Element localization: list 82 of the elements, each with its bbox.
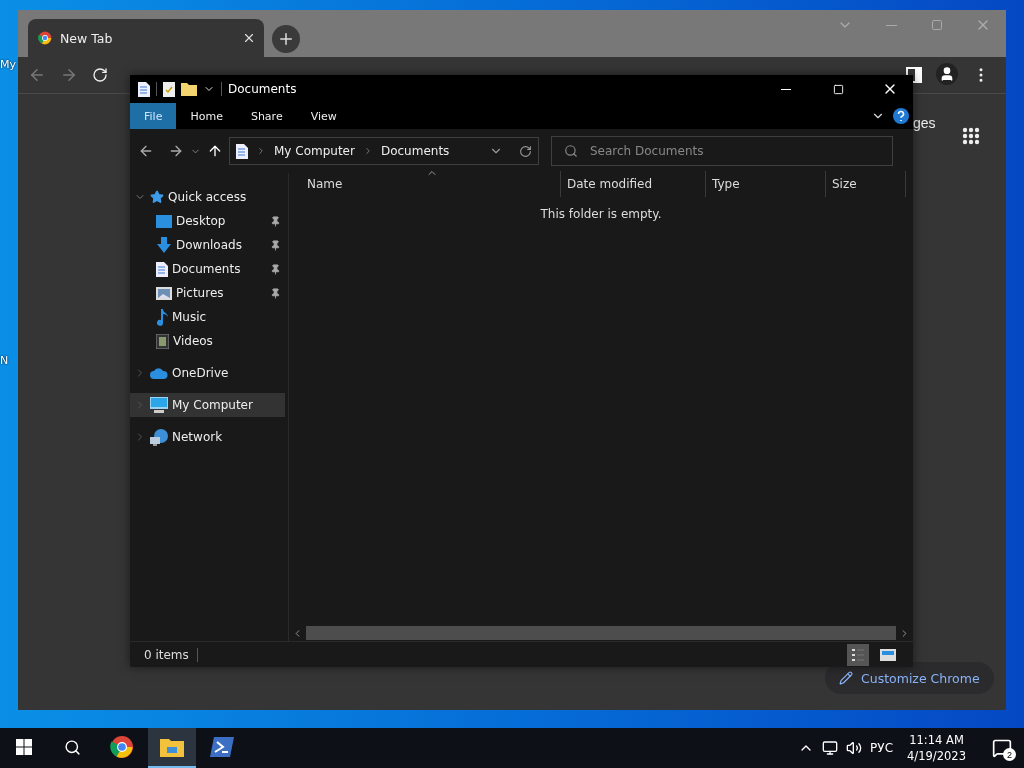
close-icon[interactable] (242, 31, 256, 45)
customize-chrome-button[interactable]: Customize Chrome (825, 662, 994, 694)
terminal-icon (210, 737, 234, 757)
taskbar-app-button[interactable] (148, 728, 196, 768)
windows-logo-icon (16, 739, 32, 755)
tiles-view-icon (880, 648, 896, 661)
star-icon (150, 190, 164, 204)
chevron-right-icon[interactable] (256, 146, 266, 156)
forward-icon[interactable] (168, 143, 184, 159)
scrollbar-thumb[interactable] (306, 626, 896, 640)
minimize-icon (781, 88, 791, 90)
ribbon-tab[interactable]: File (130, 103, 177, 129)
column-header[interactable]: Name (289, 171, 561, 197)
nav-item[interactable]: Downloads (130, 233, 285, 257)
column-header[interactable]: Size (826, 171, 906, 197)
profile-button[interactable] (936, 63, 958, 85)
column-header[interactable]: Date modified (561, 171, 706, 197)
ribbon-tab[interactable]: View (296, 103, 351, 129)
picture-icon (156, 286, 172, 300)
properties-icon[interactable] (163, 81, 175, 97)
maximize-icon (931, 19, 943, 31)
ribbon-tab[interactable]: Share (236, 103, 297, 129)
apps-grid-icon[interactable] (962, 127, 980, 145)
network-icon[interactable] (822, 740, 839, 756)
notifications-button[interactable]: 2 (980, 728, 1024, 768)
up-icon[interactable] (207, 143, 223, 159)
empty-folder-message: This folder is empty. (540, 207, 662, 221)
network-icon (150, 428, 168, 446)
column-header[interactable]: Type (706, 171, 826, 197)
reload-icon[interactable] (92, 67, 108, 83)
pencil-icon (839, 671, 853, 685)
nav-item[interactable]: Documents (130, 257, 285, 281)
images-link[interactable]: ges (913, 115, 936, 131)
folder-icon (160, 737, 184, 757)
document-icon (236, 143, 248, 159)
minimize-icon (885, 24, 897, 26)
desktop-icon-label: N (0, 354, 9, 367)
chrome-icon (110, 735, 134, 759)
window-title: Documents (228, 82, 298, 96)
film-icon (156, 333, 169, 349)
browser-tab[interactable]: New Tab (28, 19, 264, 57)
item-count: 0 items (144, 647, 189, 662)
cloud-icon (150, 367, 168, 379)
breadcrumb-item[interactable]: Documents (380, 144, 450, 158)
help-icon[interactable] (893, 108, 909, 124)
back-icon[interactable] (138, 143, 154, 159)
download-arrow-icon (156, 237, 172, 253)
details-view-icon (852, 647, 864, 662)
document-icon (138, 81, 150, 97)
nav-item[interactable]: OneDrive (130, 361, 285, 385)
address-bar[interactable]: My Computer Documents (229, 137, 539, 165)
nav-item[interactable]: Videos (130, 329, 285, 353)
breadcrumb-item[interactable]: My Computer (274, 144, 355, 158)
ribbon-tab[interactable]: Home (176, 103, 237, 129)
nav-item[interactable]: Music (130, 305, 285, 329)
details-view-button[interactable] (847, 643, 869, 666)
person-icon (939, 66, 955, 82)
nav-item[interactable]: Pictures (130, 281, 285, 305)
search-field[interactable]: Search Documents (551, 136, 893, 166)
computer-icon (150, 397, 168, 413)
music-note-icon (156, 308, 168, 326)
nav-item[interactable]: Quick access (130, 185, 285, 209)
plus-icon (277, 30, 295, 48)
side-panel-icon (906, 67, 922, 83)
search-icon (63, 738, 81, 756)
refresh-icon[interactable] (519, 144, 532, 158)
new-folder-icon (181, 82, 197, 96)
maximize-icon (832, 83, 844, 95)
clock[interactable]: 11:14 AM 4/19/2023 (901, 732, 972, 764)
notification-count: 2 (1003, 748, 1016, 761)
desktop-icon (156, 214, 172, 228)
nav-item[interactable]: Desktop (130, 209, 285, 233)
nav-item[interactable]: Network (130, 425, 285, 449)
sidebar-button[interactable] (906, 67, 922, 83)
search-icon (564, 144, 578, 158)
volume-icon[interactable] (846, 740, 863, 756)
language-indicator[interactable]: РУС (870, 741, 894, 755)
desktop-icon-label: My (0, 58, 16, 71)
nav-item[interactable]: My Computer (130, 393, 285, 417)
new-tab-button[interactable] (272, 25, 300, 53)
document-icon (156, 261, 168, 277)
chrome-icon (38, 31, 52, 45)
